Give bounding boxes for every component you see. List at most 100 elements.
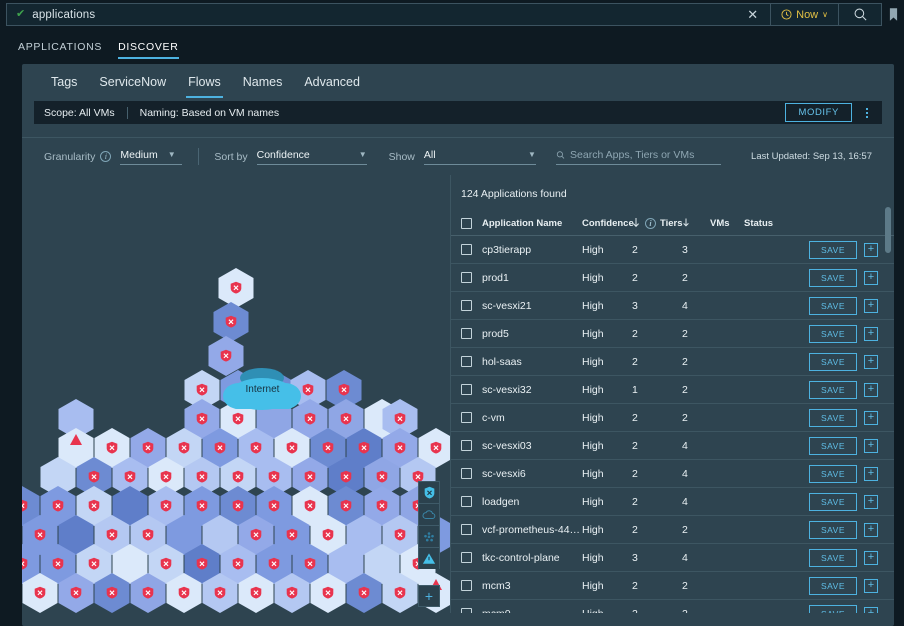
map-zoom-in-button[interactable]: + [418,585,440,607]
column-vms[interactable]: VMs [710,218,744,229]
apps-search-input[interactable] [570,149,721,161]
table-row[interactable]: loadgenHigh24SAVE+ [451,488,894,516]
add-button[interactable]: + [864,607,878,614]
save-button[interactable]: SAVE [809,409,857,427]
save-button[interactable]: SAVE [809,549,857,567]
add-button[interactable]: + [864,551,878,565]
column-confidence[interactable]: Confidence [582,218,632,229]
row-checkbox[interactable] [461,608,472,613]
row-checkbox[interactable] [461,244,472,255]
row-application-name: loadgen [482,496,582,508]
time-range-selector[interactable]: Now ∨ [771,9,838,21]
map-control-flows[interactable] [418,525,440,547]
global-search-field[interactable]: ✔ applications ✕ Now ∨ [6,3,882,26]
list-scrollbar[interactable] [885,207,891,607]
map-control-shield[interactable] [418,481,440,503]
add-button[interactable]: + [864,271,878,285]
subtab-names[interactable]: Names [234,67,292,98]
add-button[interactable]: + [864,523,878,537]
add-button[interactable]: + [864,467,878,481]
add-button[interactable]: + [864,243,878,257]
row-checkbox[interactable] [461,580,472,591]
save-button[interactable]: SAVE [809,605,857,614]
save-button[interactable]: SAVE [809,381,857,399]
sort-by-value: Confidence [257,149,310,161]
confidence-sort-controls[interactable]: i [632,218,660,229]
table-row[interactable]: sc-vesxi03High24SAVE+ [451,432,894,460]
add-button[interactable]: + [864,299,878,313]
info-icon[interactable]: i [100,151,111,162]
table-row[interactable]: mcm0High22SAVE+ [451,600,894,613]
row-checkbox[interactable] [461,356,472,367]
save-button[interactable]: SAVE [809,269,857,287]
filter-bar: Granularity i Medium ▼ Sort by Confidenc… [22,138,894,175]
table-row[interactable]: sc-vesxi21High34SAVE+ [451,292,894,320]
table-row[interactable]: hol-saasHigh22SAVE+ [451,348,894,376]
modify-button[interactable]: MODIFY [785,103,852,122]
more-vertical-icon[interactable] [862,105,872,121]
save-button[interactable]: SAVE [809,521,857,539]
save-button[interactable]: SAVE [809,325,857,343]
sort-by-select[interactable]: Confidence ▼ [257,149,367,165]
save-button[interactable]: SAVE [809,465,857,483]
row-checkbox[interactable] [461,496,472,507]
save-button[interactable]: SAVE [809,353,857,371]
discover-subtabs: Tags ServiceNow Flows Names Advanced [22,64,894,101]
table-row[interactable]: c-vmHigh22SAVE+ [451,404,894,432]
table-row[interactable]: sc-vesxi6High24SAVE+ [451,460,894,488]
save-button[interactable]: SAVE [809,577,857,595]
info-icon[interactable]: i [645,218,656,229]
row-tiers: 2 [632,468,682,480]
row-checkbox[interactable] [461,524,472,535]
table-row[interactable]: prod1High22SAVE+ [451,264,894,292]
row-checkbox[interactable] [461,552,472,563]
subtab-servicenow[interactable]: ServiceNow [90,67,175,98]
row-checkbox[interactable] [461,300,472,311]
row-checkbox[interactable] [461,468,472,479]
add-button[interactable]: + [864,327,878,341]
row-checkbox[interactable] [461,384,472,395]
add-button[interactable]: + [864,355,878,369]
add-button[interactable]: + [864,579,878,593]
table-row[interactable]: tkc-control-planeHigh34SAVE+ [451,544,894,572]
subtab-tags[interactable]: Tags [42,67,86,98]
table-row[interactable]: vcf-prometheus-44bs-6f...High22SAVE+ [451,516,894,544]
row-checkbox[interactable] [461,440,472,451]
internet-node[interactable]: Internet [221,366,304,418]
scrollbar-thumb[interactable] [885,207,891,253]
column-tiers[interactable]: Tiers [660,218,682,229]
save-button[interactable]: SAVE [809,493,857,511]
clear-search-icon[interactable]: ✕ [735,8,770,21]
topology-map[interactable]: Internet [22,175,451,613]
add-button[interactable]: + [864,439,878,453]
tab-applications[interactable]: APPLICATIONS [10,41,110,59]
subtab-advanced[interactable]: Advanced [295,67,369,98]
table-row[interactable]: cp3tierappHigh23SAVE+ [451,236,894,264]
select-all-checkbox[interactable] [461,218,472,229]
add-button[interactable]: + [864,383,878,397]
bookmark-button[interactable] [882,0,904,29]
save-button[interactable]: SAVE [809,297,857,315]
show-select[interactable]: All ▼ [424,149,536,165]
column-application-name[interactable]: Application Name [482,218,582,229]
search-submit-button[interactable] [839,7,881,22]
save-button[interactable]: SAVE [809,437,857,455]
table-row[interactable]: prod5High22SAVE+ [451,320,894,348]
granularity-select[interactable]: Medium ▼ [120,149,182,165]
map-control-cloud[interactable] [418,503,440,525]
map-control-alerts[interactable] [418,547,440,569]
apps-search-field[interactable] [556,149,721,165]
row-checkbox[interactable] [461,272,472,283]
row-checkbox[interactable] [461,328,472,339]
search-icon [853,7,868,22]
row-confidence: High [582,496,632,508]
save-button[interactable]: SAVE [809,241,857,259]
add-button[interactable]: + [864,411,878,425]
table-row[interactable]: sc-vesxi32High12SAVE+ [451,376,894,404]
tiers-sort-icon-wrap[interactable] [682,217,710,230]
add-button[interactable]: + [864,495,878,509]
row-checkbox[interactable] [461,412,472,423]
table-row[interactable]: mcm3High22SAVE+ [451,572,894,600]
tab-discover[interactable]: DISCOVER [110,41,186,59]
subtab-flows[interactable]: Flows [179,67,230,98]
